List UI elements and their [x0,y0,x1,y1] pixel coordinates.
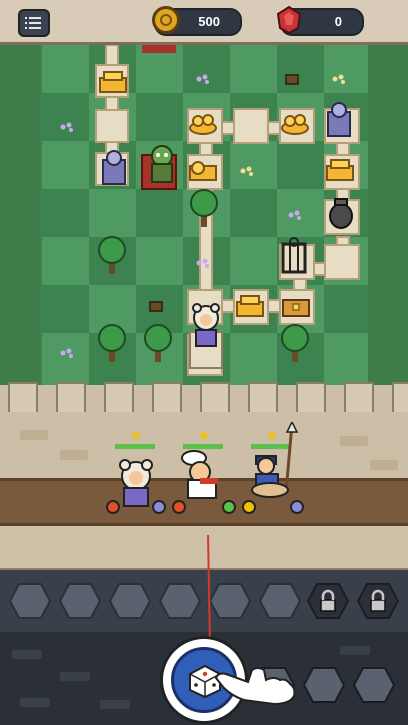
goblin-enemy-icon[interactable] [142,142,182,188]
coin-count: 500 [198,14,220,29]
sword-badge-icon [152,500,166,514]
gold-chest-icon [236,295,264,317]
gold-chest-icon [189,161,217,181]
merlon [296,382,326,412]
flower-icon [60,348,73,358]
spear-rider-hero-sprite [251,422,299,498]
merlon [248,382,278,412]
merlon [344,382,374,412]
locked-slot[interactable] [306,582,350,620]
brick [20,430,48,440]
gem-counter: 0 [276,6,364,36]
hero-star: ★ [129,427,143,443]
menu-list-icon[interactable] [18,9,50,37]
coin-counter: 500 [152,6,242,36]
shrine-icon [102,150,126,185]
gold-chest-icon [326,159,354,181]
fire-badge-icon [172,500,186,514]
red-gem-icon [276,6,302,34]
tree-icon [281,324,309,362]
cage-icon [281,237,307,274]
hedge-left [0,45,40,390]
fire-badge-icon [106,500,120,514]
locked-slot[interactable] [356,582,400,620]
dice-slot[interactable] [352,666,396,704]
tree-icon [98,324,126,362]
treasure-chest-icon [282,299,310,317]
merlon [200,382,230,412]
dice-slot[interactable] [208,582,252,620]
stump-icon [285,74,299,85]
flower-icon [60,122,73,132]
dice-slot[interactable] [302,666,346,704]
urn-icon [329,198,353,229]
flower-icon [332,74,345,84]
lightning-badge-icon [242,500,256,514]
merlon [8,382,38,412]
flower-icon [196,258,209,268]
gem-count: 0 [334,14,342,29]
flower-icon [196,74,209,84]
flower-icon [240,166,253,176]
merlon [104,382,134,412]
tree-icon [98,236,126,274]
sword-badge-icon [290,500,304,514]
heal-badge-icon [222,500,236,514]
gold-coins-icon [281,114,309,135]
brick [340,436,368,446]
wall-ledge [0,526,408,571]
merlon [56,382,86,412]
dice-slot[interactable] [158,582,202,620]
flower-icon [288,210,301,220]
gold-coin-icon [152,6,180,34]
dice-slot[interactable] [258,582,302,620]
top-bar: 500 0 [0,0,408,45]
brick [370,460,398,470]
gold-chest-icon [99,71,127,93]
merlon [392,382,408,412]
dice-slot[interactable] [108,582,152,620]
tree-icon [190,189,218,227]
shrine-icon [327,102,351,137]
gold-coins-icon [189,114,217,135]
hedge-right [368,45,408,390]
stump-icon [149,301,163,312]
dice-slot[interactable] [8,582,52,620]
tree-icon [144,324,172,362]
dice-slot[interactable] [58,582,102,620]
bear-hood-hero-sprite [119,459,153,507]
merlon [152,382,182,412]
brick [60,450,88,460]
player-token [189,303,223,369]
pointing-hand-icon [214,667,296,706]
